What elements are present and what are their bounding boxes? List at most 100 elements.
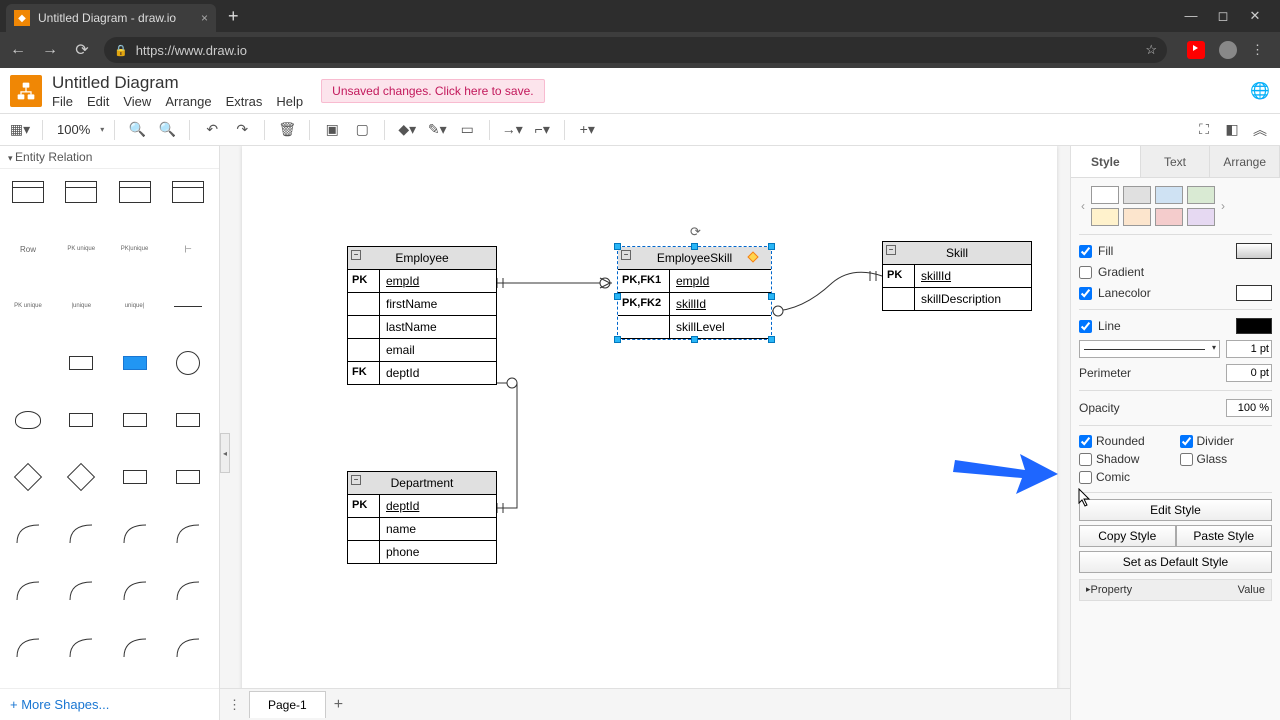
rotate-handle[interactable]: ⟳: [690, 224, 704, 238]
lanecolor-button[interactable]: [1236, 285, 1272, 301]
to-front-icon[interactable]: ▣: [320, 118, 344, 142]
delete-icon[interactable]: 🗑: [275, 118, 299, 142]
fill-color-icon[interactable]: ◆▾: [395, 118, 419, 142]
shape-row-5[interactable]: PK unique: [6, 289, 50, 323]
color-swatch[interactable]: [1091, 186, 1119, 204]
line-color-icon[interactable]: ✎▾: [425, 118, 449, 142]
maximize-icon[interactable]: ◻: [1216, 8, 1230, 24]
shape-row-6[interactable]: |unique: [59, 289, 103, 323]
format-panel-icon[interactable]: ◧: [1220, 118, 1244, 142]
shape-note-1[interactable]: [113, 460, 157, 494]
zoom-level[interactable]: 100%: [53, 122, 94, 137]
shape-circle[interactable]: [166, 346, 210, 380]
gradient-checkbox[interactable]: [1079, 266, 1092, 279]
fullscreen-icon[interactable]: ⛶: [1192, 118, 1216, 142]
divider-checkbox[interactable]: [1180, 435, 1193, 448]
set-default-style-button[interactable]: Set as Default Style: [1079, 551, 1272, 573]
shape-cloud[interactable]: [6, 403, 50, 437]
shape-row-2[interactable]: PK unique: [59, 232, 103, 266]
color-swatch[interactable]: [1123, 208, 1151, 226]
page-tab-1[interactable]: Page-1: [249, 691, 326, 718]
shape-hline[interactable]: [166, 289, 210, 323]
perimeter-input[interactable]: [1226, 364, 1272, 382]
close-tab-icon[interactable]: ×: [201, 11, 208, 25]
sidebar-section-entity-relation[interactable]: Entity Relation: [0, 146, 219, 169]
comic-checkbox[interactable]: [1079, 471, 1092, 484]
shape-conn-9[interactable]: [6, 631, 50, 665]
color-swatch[interactable]: [1155, 208, 1183, 226]
forward-button[interactable]: →: [40, 41, 60, 59]
menu-file[interactable]: File: [52, 94, 73, 109]
shape-conn-3[interactable]: [113, 517, 157, 551]
youtube-extension-icon[interactable]: [1187, 41, 1205, 59]
line-width-input[interactable]: [1226, 340, 1272, 358]
rounded-checkbox[interactable]: [1079, 435, 1092, 448]
menu-edit[interactable]: Edit: [87, 94, 109, 109]
entity-employee[interactable]: −Employee PKempId firstName lastName ema…: [347, 246, 497, 385]
page-menu-icon[interactable]: ⋮: [228, 697, 241, 713]
opacity-input[interactable]: [1226, 399, 1272, 417]
copy-style-button[interactable]: Copy Style: [1079, 525, 1176, 547]
more-shapes-button[interactable]: + More Shapes...: [0, 688, 219, 720]
shape-conn-5[interactable]: [6, 574, 50, 608]
shape-entity-1[interactable]: [59, 403, 103, 437]
shape-conn-4[interactable]: [166, 517, 210, 551]
close-window-icon[interactable]: ✕: [1248, 8, 1262, 24]
shadow-checkbox[interactable]: [1079, 453, 1092, 466]
url-bar[interactable]: 🔒 https://www.draw.io ☆: [104, 37, 1167, 63]
tab-text[interactable]: Text: [1141, 146, 1211, 177]
shape-row-4[interactable]: |─: [166, 232, 210, 266]
browser-tab[interactable]: ◆ Untitled Diagram - draw.io ×: [6, 4, 216, 32]
color-swatch[interactable]: [1155, 186, 1183, 204]
shape-conn-1[interactable]: [6, 517, 50, 551]
menu-arrange[interactable]: Arrange: [165, 94, 211, 109]
menu-help[interactable]: Help: [276, 94, 303, 109]
shape-row-label[interactable]: Row: [6, 232, 50, 266]
undo-icon[interactable]: ↶: [200, 118, 224, 142]
entity-department[interactable]: −Department PKdeptId name phone: [347, 471, 497, 564]
profile-avatar[interactable]: [1219, 41, 1237, 59]
menu-extras[interactable]: Extras: [226, 94, 263, 109]
fill-color-button[interactable]: [1236, 243, 1272, 259]
minimize-icon[interactable]: —: [1184, 8, 1198, 24]
tab-arrange[interactable]: Arrange: [1210, 146, 1280, 177]
color-next-icon[interactable]: ›: [1219, 199, 1227, 213]
document-title[interactable]: Untitled Diagram: [52, 73, 303, 93]
shape-table-4[interactable]: [166, 175, 210, 209]
shape-table-3[interactable]: [113, 175, 157, 209]
save-banner[interactable]: Unsaved changes. Click here to save.: [321, 79, 544, 103]
add-page-button[interactable]: +: [334, 696, 343, 714]
color-prev-icon[interactable]: ‹: [1079, 199, 1087, 213]
color-swatch[interactable]: [1123, 186, 1151, 204]
fill-checkbox[interactable]: [1079, 245, 1092, 258]
reload-button[interactable]: ⟳: [72, 40, 92, 60]
line-checkbox[interactable]: [1079, 320, 1092, 333]
to-back-icon[interactable]: ▢: [350, 118, 374, 142]
shape-title-box[interactable]: [59, 346, 103, 380]
shape-blue-box[interactable]: [113, 346, 157, 380]
shape-row-3[interactable]: PK|unique: [113, 232, 157, 266]
zoom-out-icon[interactable]: 🔍: [155, 118, 179, 142]
view-dropdown[interactable]: ▦▾: [8, 118, 32, 142]
browser-menu-icon[interactable]: ⋮: [1251, 42, 1264, 58]
shape-diamond-2[interactable]: [59, 460, 103, 494]
tab-style[interactable]: Style: [1071, 146, 1141, 177]
lanecolor-checkbox[interactable]: [1079, 287, 1092, 300]
waypoint-icon[interactable]: ⌐▾: [530, 118, 554, 142]
shadow-icon[interactable]: ▭: [455, 118, 479, 142]
color-swatch[interactable]: [1091, 208, 1119, 226]
canvas-area[interactable]: ◂ −Employee PKempId: [220, 146, 1070, 720]
zoom-in-icon[interactable]: 🔍: [125, 118, 149, 142]
shape-conn-10[interactable]: [59, 631, 103, 665]
property-table-header[interactable]: Property Value: [1079, 579, 1272, 601]
shape-empty-1[interactable]: [6, 346, 50, 380]
shape-entity-2[interactable]: [113, 403, 157, 437]
color-swatch[interactable]: [1187, 186, 1215, 204]
shape-note-2[interactable]: [166, 460, 210, 494]
shape-conn-6[interactable]: [59, 574, 103, 608]
language-icon[interactable]: 🌐: [1250, 81, 1270, 101]
menu-view[interactable]: View: [123, 94, 151, 109]
shape-conn-12[interactable]: [166, 631, 210, 665]
shape-conn-7[interactable]: [113, 574, 157, 608]
line-style-dropdown[interactable]: [1079, 340, 1220, 358]
